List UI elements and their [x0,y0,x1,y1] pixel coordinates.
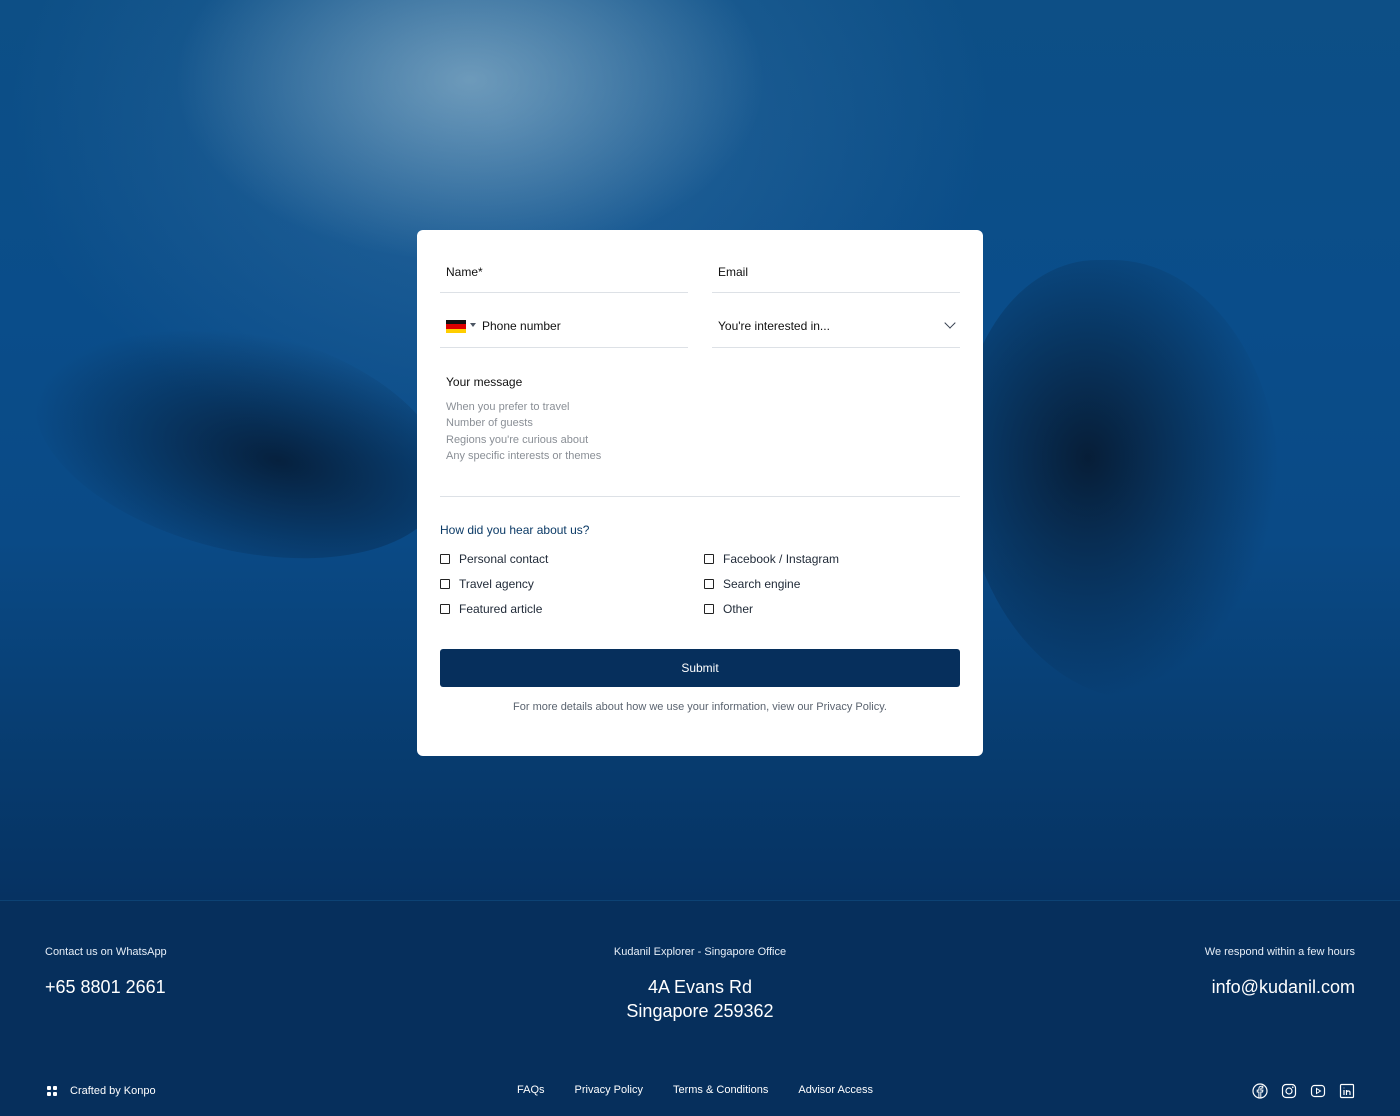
social-links [1252,1083,1355,1099]
checkbox-travel-agency[interactable]: Travel agency [440,575,534,593]
country-caret-icon[interactable] [470,323,476,327]
office-label: Kudanil Explorer - Singapore Office [613,946,787,958]
konpo-logo-icon [45,1084,58,1097]
manta-ray-silhouette [960,260,1280,700]
crafted-by[interactable]: Crafted by Konpo [45,1084,156,1097]
checkbox-label: Personal contact [459,552,549,566]
interest-select[interactable]: You're interested in... [712,293,960,348]
checkbox-square[interactable] [440,604,450,614]
crafted-label: Crafted by Konpo [70,1084,156,1097]
message-placeholder-line: Number of guests [446,417,533,430]
whatsapp-phone-link[interactable]: +65 8801 2661 [45,975,166,999]
whatsapp-label: Contact us on WhatsApp [45,946,167,958]
referral-options: Personal contact Travel agency Featured … [440,550,960,630]
interest-label: You're interested in... [718,319,830,333]
chevron-down-icon[interactable] [944,317,956,329]
germany-flag-icon[interactable] [446,320,466,333]
message-placeholder: When you prefer to travel Number of gues… [446,399,601,464]
email-link[interactable]: info@kudanil.com [1212,975,1355,999]
footer: Contact us on WhatsApp +65 8801 2661 Kud… [0,900,1400,1116]
checkbox-square[interactable] [440,579,450,589]
footer-link-privacy-policy[interactable]: Privacy Policy [575,1084,643,1096]
checkbox-label: Search engine [723,577,801,591]
hear-about-title: How did you hear about us? [440,523,590,537]
message-placeholder-line: When you prefer to travel [446,401,570,413]
phone-label: Phone number [482,319,561,333]
name-field[interactable]: Name* [440,230,688,293]
footer-link-terms[interactable]: Terms & Conditions [673,1084,768,1096]
message-textarea[interactable]: Your message When you prefer to travel N… [440,348,960,497]
checkbox-facebook-instagram[interactable]: Facebook / Instagram [704,550,839,568]
office-address: 4A Evans Rd Singapore 259362 [400,975,1000,1023]
email-field[interactable]: Email [712,230,960,293]
checkbox-label: Facebook / Instagram [723,552,840,566]
instagram-icon[interactable] [1281,1083,1297,1099]
footer-nav: FAQs Privacy Policy Terms & Conditions A… [517,1084,873,1096]
checkbox-featured-article[interactable]: Featured article [440,600,542,618]
phone-field[interactable]: Phone number [440,293,688,348]
submit-button[interactable]: Submit [440,649,960,687]
message-placeholder-line: Regions you're curious about [446,433,589,446]
address-line: Singapore 259362 [626,1001,774,1021]
address-line: 4A Evans Rd [647,977,753,997]
checkbox-label: Featured article [459,602,543,616]
facebook-icon[interactable] [1252,1083,1268,1099]
name-label: Name* [446,265,483,279]
checkbox-square[interactable] [440,554,450,564]
checkbox-search-engine[interactable]: Search engine [704,575,800,593]
footer-link-advisor-access[interactable]: Advisor Access [798,1084,873,1096]
checkbox-other[interactable]: Other [704,600,753,618]
checkbox-square[interactable] [704,604,714,614]
checkbox-label: Travel agency [459,577,534,591]
footer-link-faqs[interactable]: FAQs [517,1084,545,1096]
privacy-note: For more details about how we use your i… [513,701,887,713]
contact-form: Name* Email Phone number You're interest… [417,230,983,756]
checkbox-square[interactable] [704,579,714,589]
diver-silhouette [9,282,471,598]
message-placeholder-line: Any specific interests or themes [446,449,602,462]
linkedin-icon[interactable] [1339,1083,1355,1099]
respond-label: We respond within a few hours [1204,946,1355,958]
checkbox-square[interactable] [704,554,714,564]
checkbox-personal-contact[interactable]: Personal contact [440,550,548,568]
email-label: Email [718,265,749,279]
checkbox-label: Other [723,602,754,616]
message-label: Your message [446,375,523,389]
youtube-icon[interactable] [1310,1083,1326,1099]
